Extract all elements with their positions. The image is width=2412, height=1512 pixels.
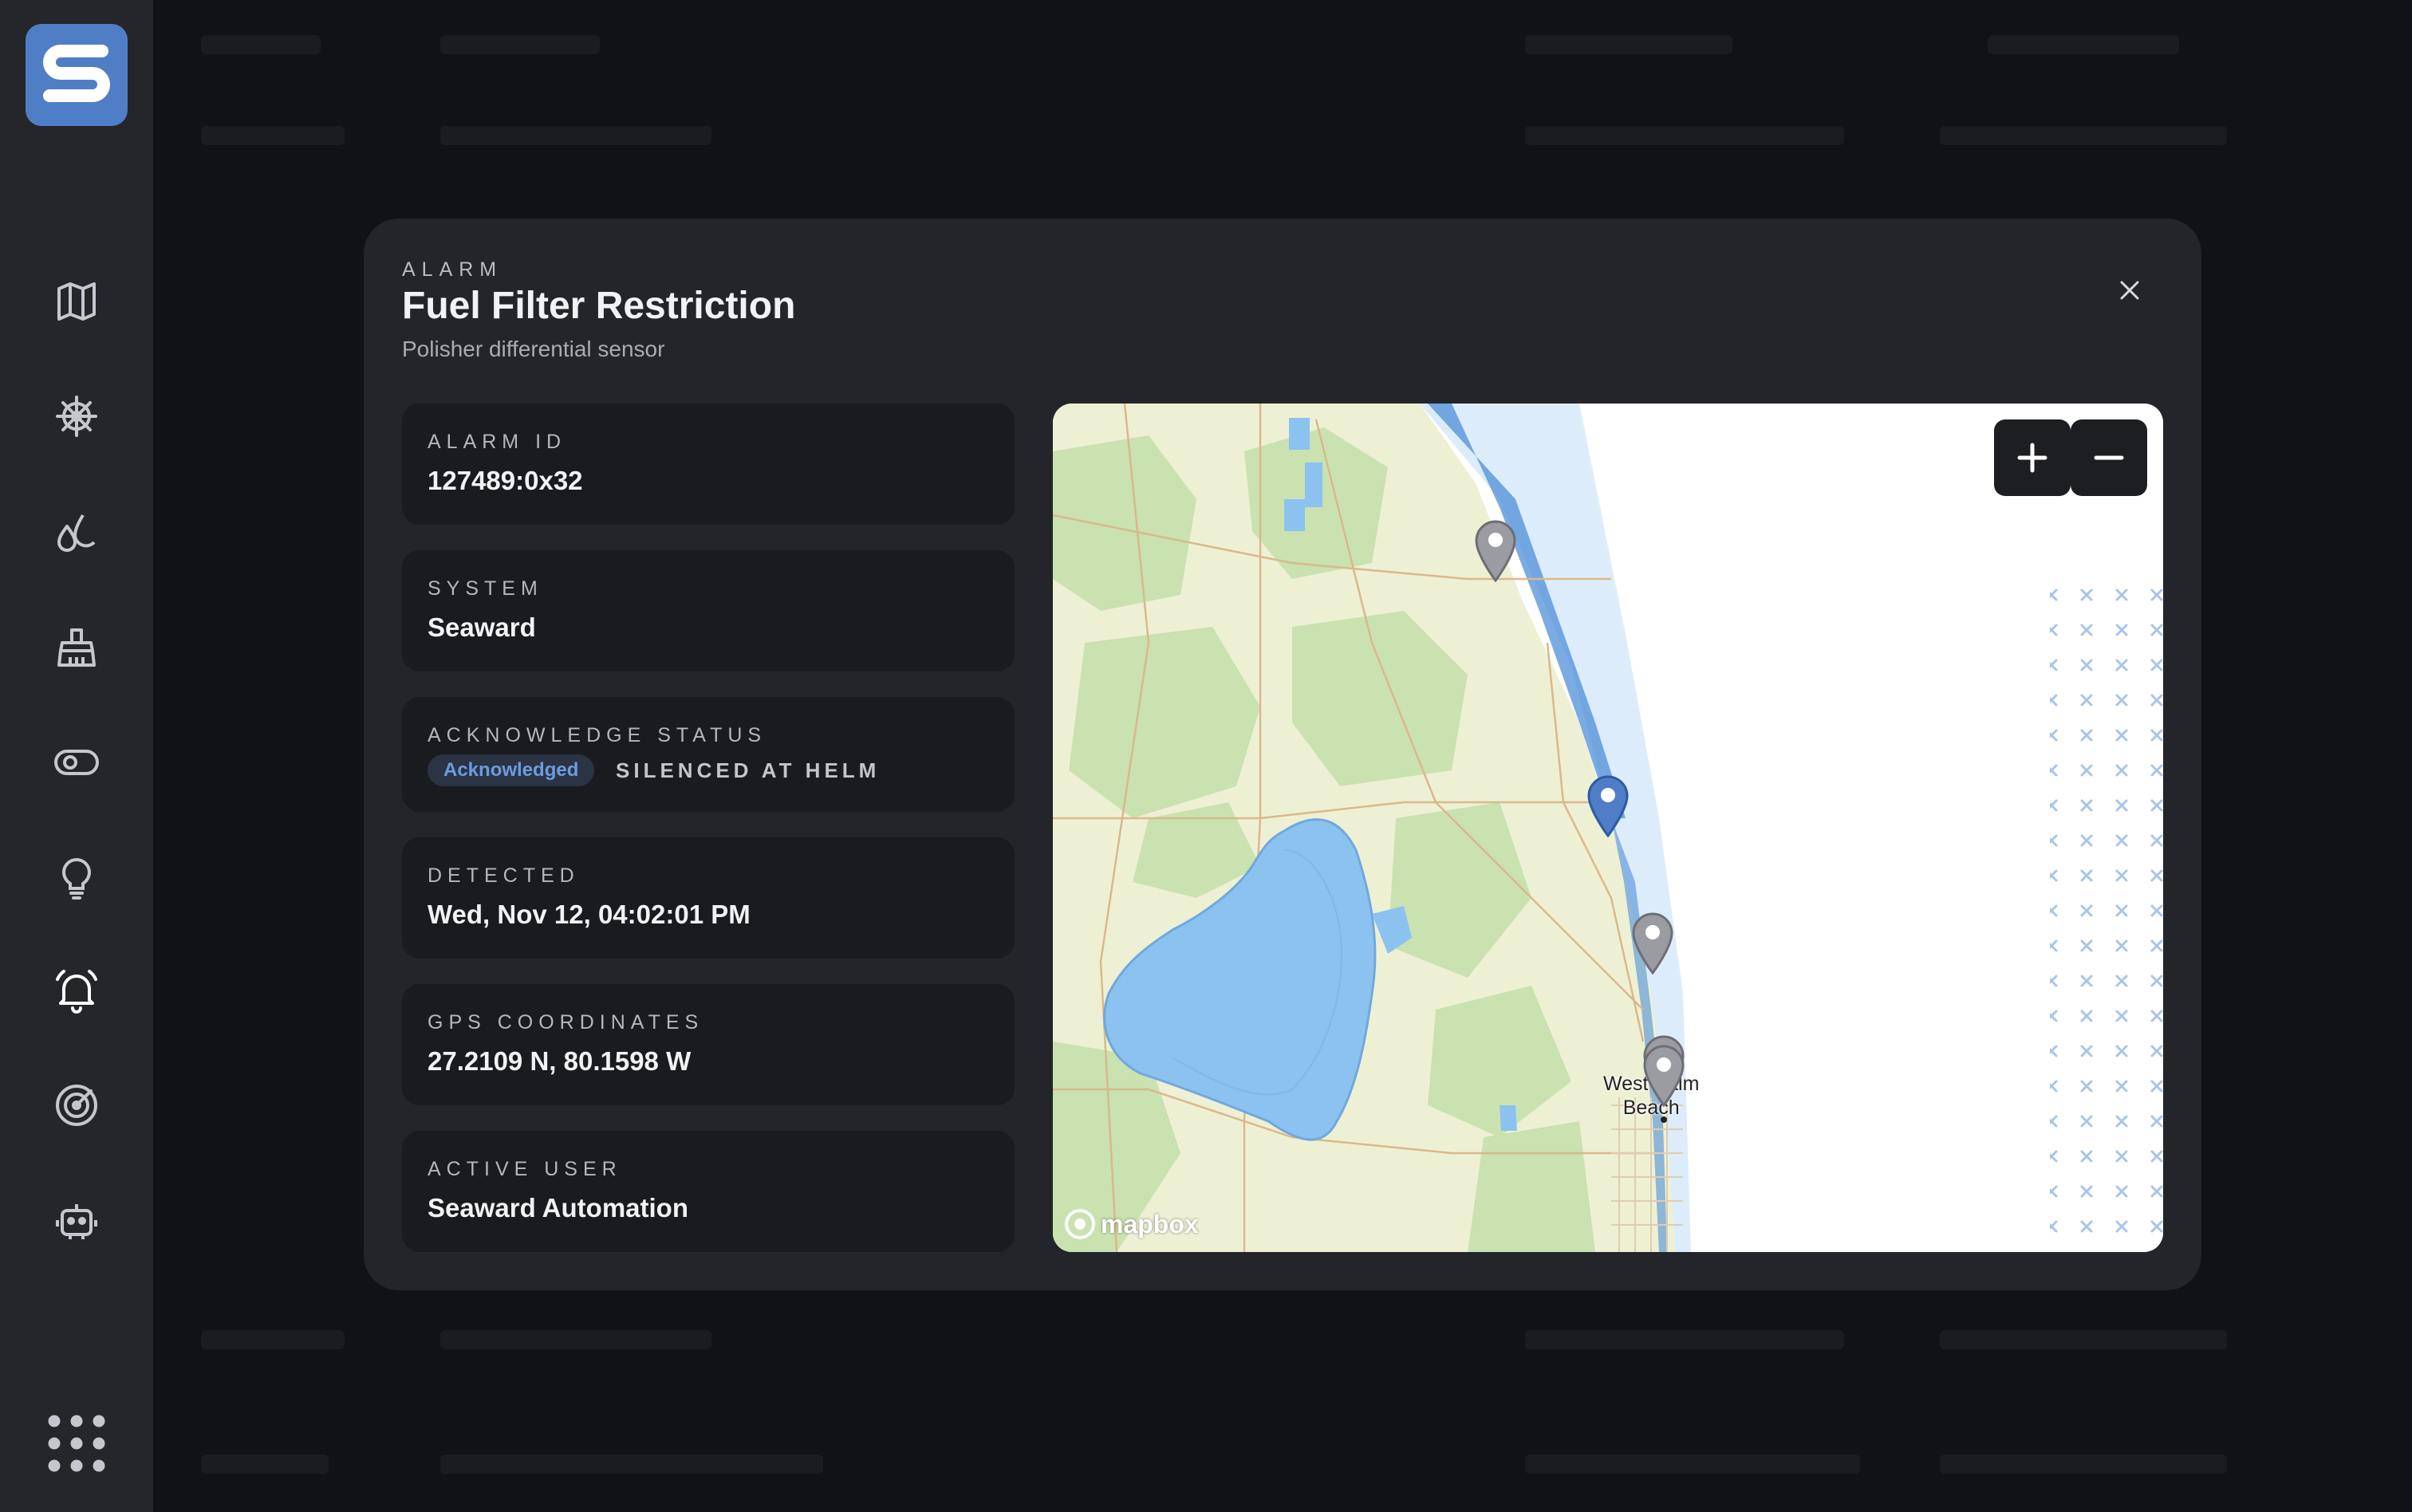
alarm-pin-inactive[interactable] (1642, 1043, 1686, 1107)
modal-eyebrow: ALARM (402, 258, 503, 281)
radar-icon[interactable] (51, 1080, 102, 1131)
status-badge: Acknowledged (428, 754, 595, 786)
modal-title: Fuel Filter Restriction (402, 285, 796, 327)
robot-icon[interactable] (51, 1195, 102, 1246)
gps-coordinates-label: GPS COORDINATES (428, 1011, 704, 1034)
cleaning-brush-icon[interactable] (51, 622, 102, 673)
detected-value: Wed, Nov 12, 04:02:01 PM (428, 900, 751, 929)
alarm-id-card: ALARM ID 127489:0x32 (402, 404, 1015, 525)
active-user-card: ACTIVE USER Seaward Automation (402, 1131, 1015, 1252)
sidebar (0, 0, 153, 1512)
close-button[interactable] (2110, 271, 2149, 309)
system-label: SYSTEM (428, 577, 543, 600)
modal-subtitle: Polisher differential sensor (402, 337, 665, 361)
alarm-detail-modal: ALARM Fuel Filter Restriction Polisher d… (364, 219, 2201, 1290)
zoom-out-button[interactable] (2071, 419, 2147, 496)
toggle-switch-icon[interactable] (51, 737, 102, 788)
mapbox-label: mapbox (1101, 1209, 1199, 1238)
alarm-id-value: 127489:0x32 (428, 466, 583, 495)
acknowledge-status-card: ACKNOWLEDGE STATUS Acknowledged SILENCED… (402, 697, 1015, 812)
gps-coordinates-card: GPS COORDINATES 27.2109 N, 80.1598 W (402, 984, 1015, 1105)
map-icon[interactable] (51, 276, 102, 327)
silenced-note: SILENCED AT HELM (616, 758, 881, 782)
alarm-id-label: ALARM ID (428, 431, 567, 453)
mapbox-attribution[interactable]: mapbox (1064, 1206, 1199, 1242)
system-card: SYSTEM Seaward (402, 550, 1015, 671)
lightbulb-icon[interactable] (51, 852, 102, 903)
acknowledge-status-label: ACKNOWLEDGE STATUS (428, 724, 767, 746)
map-view[interactable]: West Palm Beach mapbox (1053, 404, 2163, 1252)
system-value: Seaward (428, 612, 536, 642)
minus-icon (2094, 455, 2124, 460)
alarm-pin-inactive[interactable] (1630, 911, 1675, 975)
bg-row (201, 29, 2364, 61)
fluids-icon[interactable] (51, 507, 102, 558)
app-grid-icon[interactable] (46, 1413, 107, 1474)
alarm-pin-active[interactable] (1586, 774, 1630, 837)
alarm-bell-icon[interactable] (51, 965, 102, 1016)
zoom-in-button[interactable] (1994, 419, 2071, 496)
active-user-value: Seaward Automation (428, 1193, 688, 1223)
helm-wheel-icon[interactable] (51, 391, 102, 442)
seaward-logo[interactable] (26, 24, 128, 126)
close-icon (2120, 281, 2139, 300)
mapbox-logo-icon (1065, 1209, 1095, 1239)
plus-icon (2017, 443, 2047, 473)
grid-overlay (2050, 571, 2163, 1252)
active-user-label: ACTIVE USER (428, 1158, 622, 1180)
gps-coordinates-value: 27.2109 N, 80.1598 W (428, 1046, 692, 1076)
detected-label: DETECTED (428, 864, 580, 887)
alarm-pin-inactive[interactable] (1473, 518, 1518, 582)
detected-card: DETECTED Wed, Nov 12, 04:02:01 PM (402, 837, 1015, 959)
